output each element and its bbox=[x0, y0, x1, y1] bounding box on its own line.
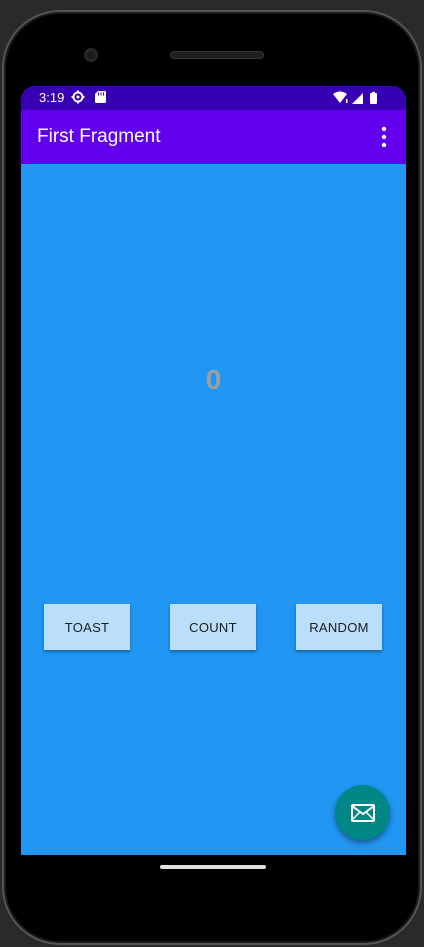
app-screen: 3:19 First Fragment 0 TOAST COUNT RANDOM bbox=[21, 86, 406, 855]
counter-text: 0 bbox=[205, 364, 222, 395]
navigation-bar bbox=[21, 855, 406, 885]
count-button[interactable]: COUNT bbox=[170, 604, 256, 650]
random-button[interactable]: RANDOM bbox=[296, 604, 382, 650]
home-gesture-bar[interactable] bbox=[160, 865, 266, 869]
device-frame: 3:19 First Fragment 0 TOAST COUNT RANDOM bbox=[0, 0, 424, 947]
email-icon bbox=[350, 803, 375, 822]
earpiece-speaker bbox=[170, 51, 264, 59]
status-time: 3:19 bbox=[39, 90, 65, 105]
sd-card-icon bbox=[95, 91, 106, 103]
more-vert-icon[interactable] bbox=[374, 124, 394, 150]
app-title: First Fragment bbox=[37, 126, 161, 147]
status-bar: 3:19 bbox=[21, 86, 406, 110]
front-camera bbox=[84, 48, 98, 62]
app-bar: First Fragment bbox=[21, 110, 406, 164]
status-indicators bbox=[333, 91, 377, 104]
toast-button[interactable]: TOAST bbox=[44, 604, 130, 650]
settings-gear-icon bbox=[71, 90, 85, 104]
wifi-icon bbox=[333, 91, 347, 103]
signal-icon bbox=[352, 93, 363, 104]
battery-icon bbox=[370, 93, 377, 104]
email-fab-button[interactable] bbox=[335, 785, 390, 840]
